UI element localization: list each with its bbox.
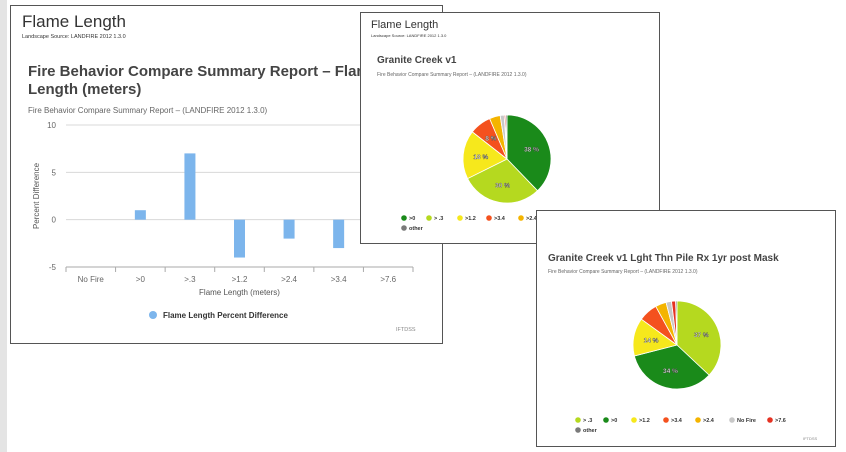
legend-swatch xyxy=(767,417,773,423)
y-axis-title: Percent Difference xyxy=(32,162,41,229)
bar xyxy=(234,219,245,258)
legend-swatch xyxy=(695,417,701,423)
x-axis-title: Flame Length (meters) xyxy=(199,288,280,297)
legend-swatch xyxy=(401,225,407,231)
legend-label: >3.4 xyxy=(671,418,683,424)
legend-label: > .3 xyxy=(583,418,592,424)
x-tick-label: >0 xyxy=(136,275,146,284)
x-tick-label: >3.4 xyxy=(331,275,347,284)
legend-label: > .3 xyxy=(434,216,443,222)
legend-label: >7.6 xyxy=(775,418,786,424)
legend-swatch xyxy=(457,215,463,221)
bar xyxy=(283,219,295,239)
legend-swatch xyxy=(663,417,669,423)
legend-swatch xyxy=(426,215,432,221)
x-tick-label: >.3 xyxy=(184,275,196,284)
pie-data-label: 34 % xyxy=(663,368,678,375)
legend-swatch xyxy=(401,215,407,221)
legend-swatch xyxy=(486,215,492,221)
legend-swatch xyxy=(575,427,581,433)
legend-swatch xyxy=(729,417,735,423)
pie-chart-2: 37 % 34 % 14 % > .3 >0 >1.2 >3.4 >2.4 No Fire >7.… xyxy=(575,300,786,434)
pie-data-label: 38 % xyxy=(524,147,539,154)
y-tick-label: 10 xyxy=(47,121,56,130)
bar xyxy=(184,153,196,220)
legend-label: >2.4 xyxy=(703,418,715,424)
y-tick-label: 5 xyxy=(52,168,57,177)
legend-swatch xyxy=(603,417,609,423)
left-edge-strip xyxy=(0,0,7,452)
legend-swatch xyxy=(149,311,157,319)
bar xyxy=(333,219,345,249)
legend-swatch xyxy=(518,215,524,221)
y-tick-label: -5 xyxy=(49,263,57,272)
legend-label: other xyxy=(583,428,598,434)
legend-label: >0 xyxy=(611,418,617,424)
pie-data-label: 14 % xyxy=(644,338,659,345)
x-tick-label: >1.2 xyxy=(232,275,248,284)
x-tick-label: No Fire xyxy=(78,275,105,284)
pie-data-label: 8 % xyxy=(485,136,496,143)
legend-label: No Fire xyxy=(737,418,756,424)
legend-label: Flame Length Percent Difference xyxy=(163,311,288,320)
legend-label: >1.2 xyxy=(639,418,650,424)
x-tick-label: >7.6 xyxy=(380,275,396,284)
legend-label: >1.2 xyxy=(465,216,476,222)
legend-swatch xyxy=(575,417,581,423)
chart-footer: IFTDSS xyxy=(803,436,818,441)
legend-label: other xyxy=(409,226,424,232)
chart-footer: IFTDSS xyxy=(396,327,416,333)
pie-data-label: 37 % xyxy=(694,332,709,339)
pie-data-label: 18 % xyxy=(473,154,488,161)
y-tick-label: 0 xyxy=(52,216,57,225)
legend-label: >3.4 xyxy=(494,216,506,222)
pie-data-label: 30 % xyxy=(495,183,510,190)
bar xyxy=(134,210,146,220)
pie-chart-card-2: Granite Creek v1 Lght Thn Pile Rx 1yr po… xyxy=(536,210,836,447)
legend-label: >0 xyxy=(409,216,415,222)
x-tick-label: >2.4 xyxy=(281,275,297,284)
legend-swatch xyxy=(631,417,637,423)
